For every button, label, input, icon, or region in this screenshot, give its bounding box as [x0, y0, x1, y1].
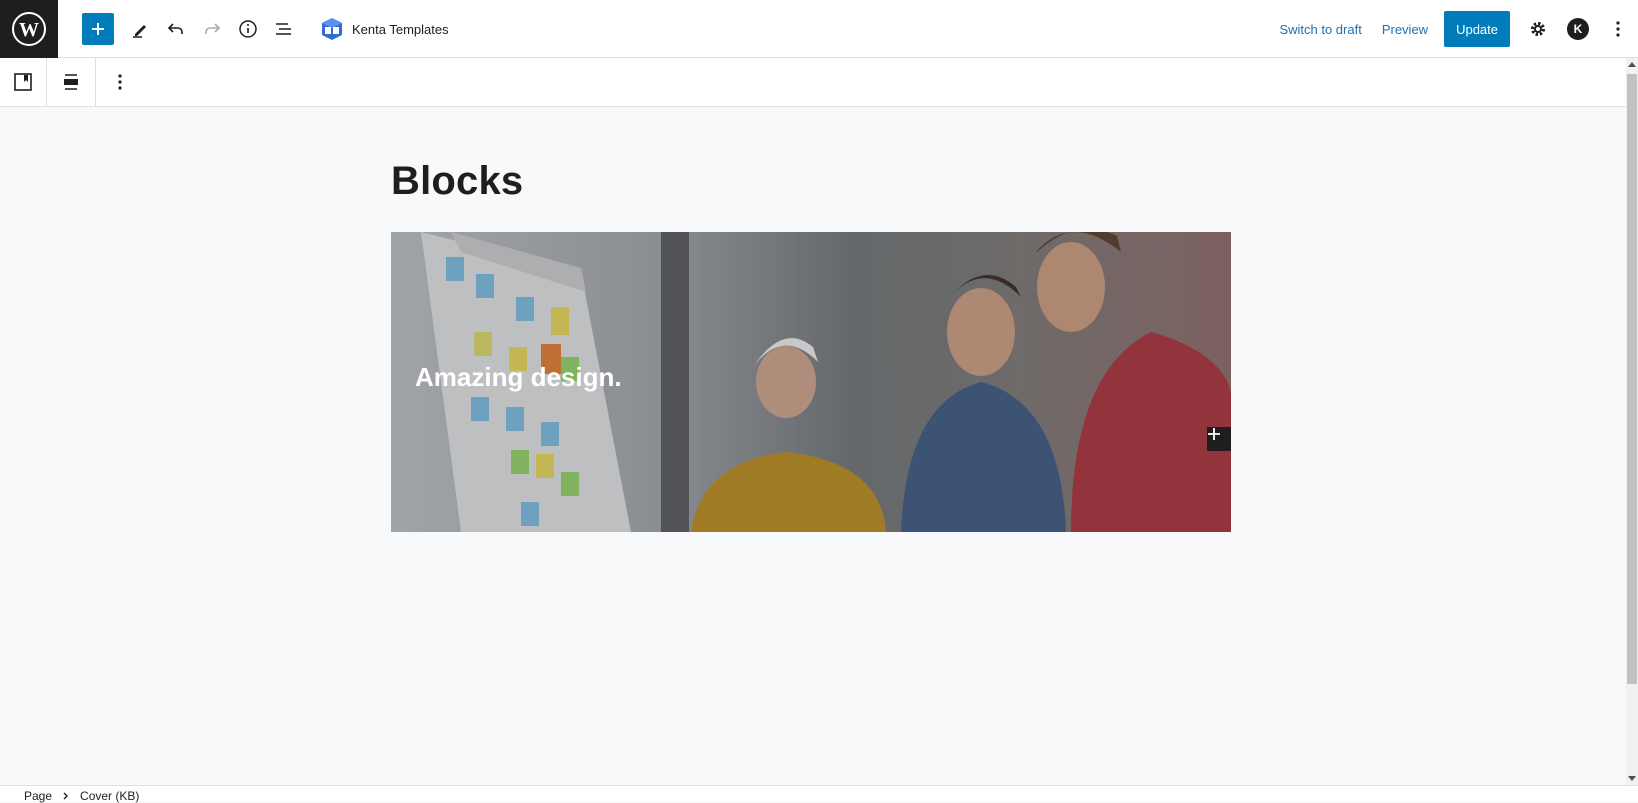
undo-button[interactable] [160, 13, 192, 45]
more-vertical-icon [1616, 21, 1620, 37]
chevron-right-icon [63, 792, 69, 800]
editor-header: W Kenta Templates Switch to draft Previe… [0, 0, 1638, 58]
update-button[interactable]: Update [1444, 11, 1510, 47]
page-title[interactable]: Blocks [391, 159, 523, 204]
plugin-kadence-button[interactable]: K [1558, 11, 1598, 47]
wordpress-logo-icon[interactable]: W [0, 0, 58, 58]
cover-block[interactable]: Amazing design. [391, 232, 1231, 532]
editor-canvas: Blocks Amazing design. [0, 107, 1626, 785]
list-view-icon [276, 23, 291, 35]
gear-icon [1531, 22, 1545, 36]
block-inserter-button[interactable] [1207, 427, 1231, 451]
more-options-icon [118, 74, 122, 90]
block-type-button[interactable] [0, 58, 46, 106]
site-title-link[interactable]: Kenta Templates [320, 15, 449, 43]
scroll-up-arrow-icon[interactable] [1628, 62, 1636, 67]
options-button[interactable] [1598, 11, 1638, 47]
site-title: Kenta Templates [352, 21, 449, 37]
settings-button[interactable] [1518, 11, 1558, 47]
undo-icon [167, 23, 183, 34]
scroll-down-arrow-icon[interactable] [1628, 776, 1636, 781]
plus-icon [92, 23, 104, 35]
avatar: K [1567, 18, 1589, 40]
add-block-button[interactable] [82, 13, 114, 45]
svg-text:W: W [19, 19, 39, 41]
block-breadcrumb-bar: Page Cover (KB) [0, 785, 1638, 803]
pencil-icon [133, 25, 146, 38]
vertical-scrollbar[interactable] [1626, 58, 1638, 785]
block-type-icon [14, 73, 32, 91]
block-options-button[interactable] [96, 58, 144, 106]
tools-button[interactable] [124, 13, 156, 45]
redo-icon [205, 23, 221, 34]
switch-to-draft-button[interactable]: Switch to draft [1269, 11, 1371, 47]
align-button[interactable] [47, 58, 95, 106]
kadence-blocks-logo-icon [322, 18, 342, 40]
details-button[interactable] [232, 13, 264, 45]
block-toolbar [0, 58, 1626, 107]
align-icon [64, 74, 78, 90]
plus-icon [1208, 428, 1220, 440]
header-actions: Switch to draft Preview Update K [1269, 0, 1638, 58]
redo-button[interactable] [196, 13, 228, 45]
scroll-thumb[interactable] [1627, 74, 1637, 684]
info-icon [239, 20, 257, 38]
cover-heading[interactable]: Amazing design. [415, 362, 622, 393]
list-view-button[interactable] [268, 13, 300, 45]
preview-button[interactable]: Preview [1372, 11, 1438, 47]
